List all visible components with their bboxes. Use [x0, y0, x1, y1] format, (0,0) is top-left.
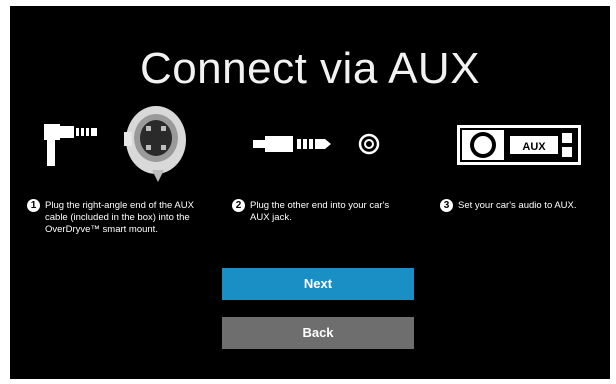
- aux-setup-screen: Connect via AUX AUX 1 Plug the right-ang…: [10, 6, 610, 379]
- step-text: Set your car's audio to AUX.: [458, 200, 577, 211]
- step-number-badge: 1: [27, 199, 40, 212]
- aux-jack-icon: [358, 133, 380, 155]
- aux-cable-icon: [253, 136, 331, 152]
- back-button[interactable]: Back: [222, 317, 414, 349]
- smart-mount-icon: [124, 106, 186, 182]
- next-button[interactable]: Next: [222, 268, 414, 300]
- step-text: Plug the other end into your car's AUX j…: [250, 200, 390, 223]
- step-text: Plug the right-angle end of the AUX cabl…: [45, 200, 194, 235]
- page-title: Connect via AUX: [139, 44, 481, 93]
- step-number-badge: 3: [440, 199, 453, 212]
- step-number-badge: 2: [232, 199, 245, 212]
- stereo-display-label: AUX: [522, 141, 546, 153]
